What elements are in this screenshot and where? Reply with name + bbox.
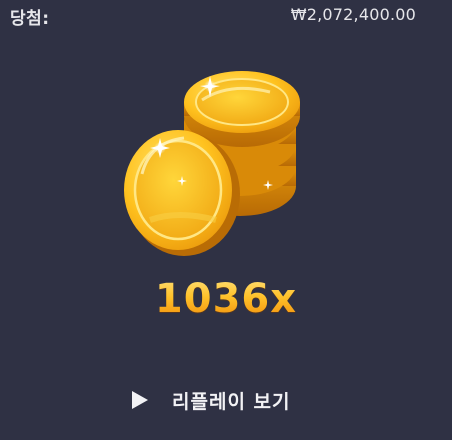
gold-coins-icon — [124, 71, 300, 256]
win-amount: ₩2,072,400.00 — [290, 5, 416, 24]
replay-button[interactable]: 리플레이 보기 — [128, 382, 291, 418]
header-bar: 당첨: ₩2,072,400.00 — [0, 0, 452, 34]
multiplier-value: 1036x — [0, 276, 452, 322]
win-label: 당첨: — [10, 9, 50, 29]
replay-label: 리플레이 보기 — [172, 390, 291, 413]
play-icon — [132, 391, 148, 409]
